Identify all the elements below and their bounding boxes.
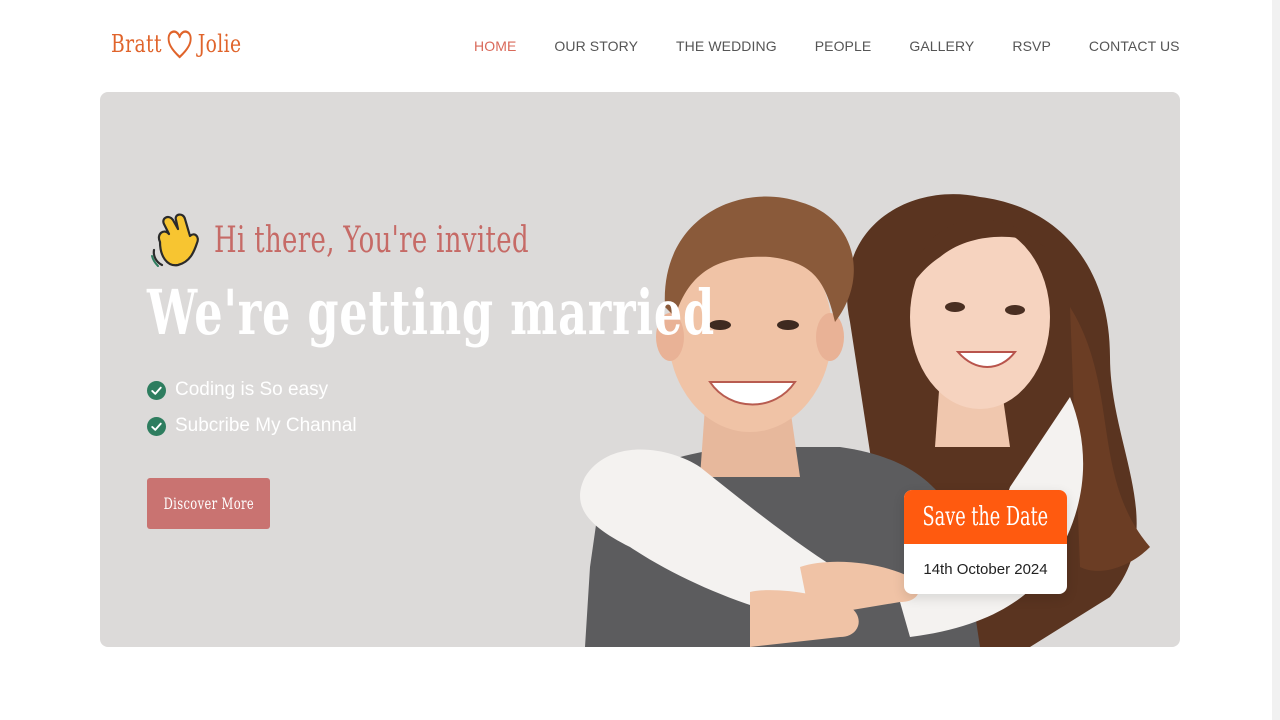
nav-rsvp[interactable]: RSVP bbox=[1012, 38, 1051, 54]
page-scrollbar[interactable] bbox=[1272, 0, 1280, 720]
nav-our-story[interactable]: OUR STORY bbox=[554, 38, 638, 54]
nav-people[interactable]: PEOPLE bbox=[815, 38, 872, 54]
heart-outline-icon bbox=[167, 30, 192, 59]
nav-home[interactable]: HOME bbox=[474, 38, 516, 54]
hero-banner: Hi there, You're invited We're getting m… bbox=[100, 92, 1180, 647]
check-circle-icon bbox=[147, 380, 166, 400]
save-the-date-title: Save the Date bbox=[922, 502, 1049, 532]
waving-hand-icon bbox=[151, 213, 199, 267]
greeting-row: Hi there, You're invited bbox=[150, 212, 651, 268]
greeting-text: Hi there, You're invited bbox=[214, 219, 529, 261]
feature-text: Coding is So easy bbox=[175, 379, 329, 400]
save-the-date-card: Save the Date 14th October 2024 bbox=[904, 490, 1067, 594]
brand-name-left: Bratt bbox=[111, 30, 162, 58]
discover-more-label: Discover More bbox=[163, 494, 254, 513]
wedding-date: 14th October 2024 bbox=[923, 560, 1048, 578]
nav-contact-us[interactable]: CONTACT US bbox=[1089, 38, 1180, 54]
check-circle-icon bbox=[147, 416, 166, 436]
save-the-date-header: Save the Date bbox=[904, 490, 1067, 544]
nav-the-wedding[interactable]: THE WEDDING bbox=[676, 38, 777, 54]
feature-item: Coding is So easy bbox=[147, 379, 328, 401]
discover-more-button[interactable]: Discover More bbox=[147, 478, 270, 529]
feature-text: Subcribe My Channal bbox=[175, 415, 357, 436]
brand-name-right: Jolie bbox=[197, 30, 242, 58]
site-header: Bratt Jolie HOME OUR STORY THE WEDDING P… bbox=[0, 0, 1272, 92]
main-nav: HOME OUR STORY THE WEDDING PEOPLE GALLER… bbox=[474, 38, 1218, 54]
brand-logo[interactable]: Bratt Jolie bbox=[111, 28, 242, 60]
feature-item: Subcribe My Channal bbox=[147, 415, 357, 437]
nav-gallery[interactable]: GALLERY bbox=[909, 38, 974, 54]
hero-headline: We're getting married bbox=[147, 276, 715, 349]
